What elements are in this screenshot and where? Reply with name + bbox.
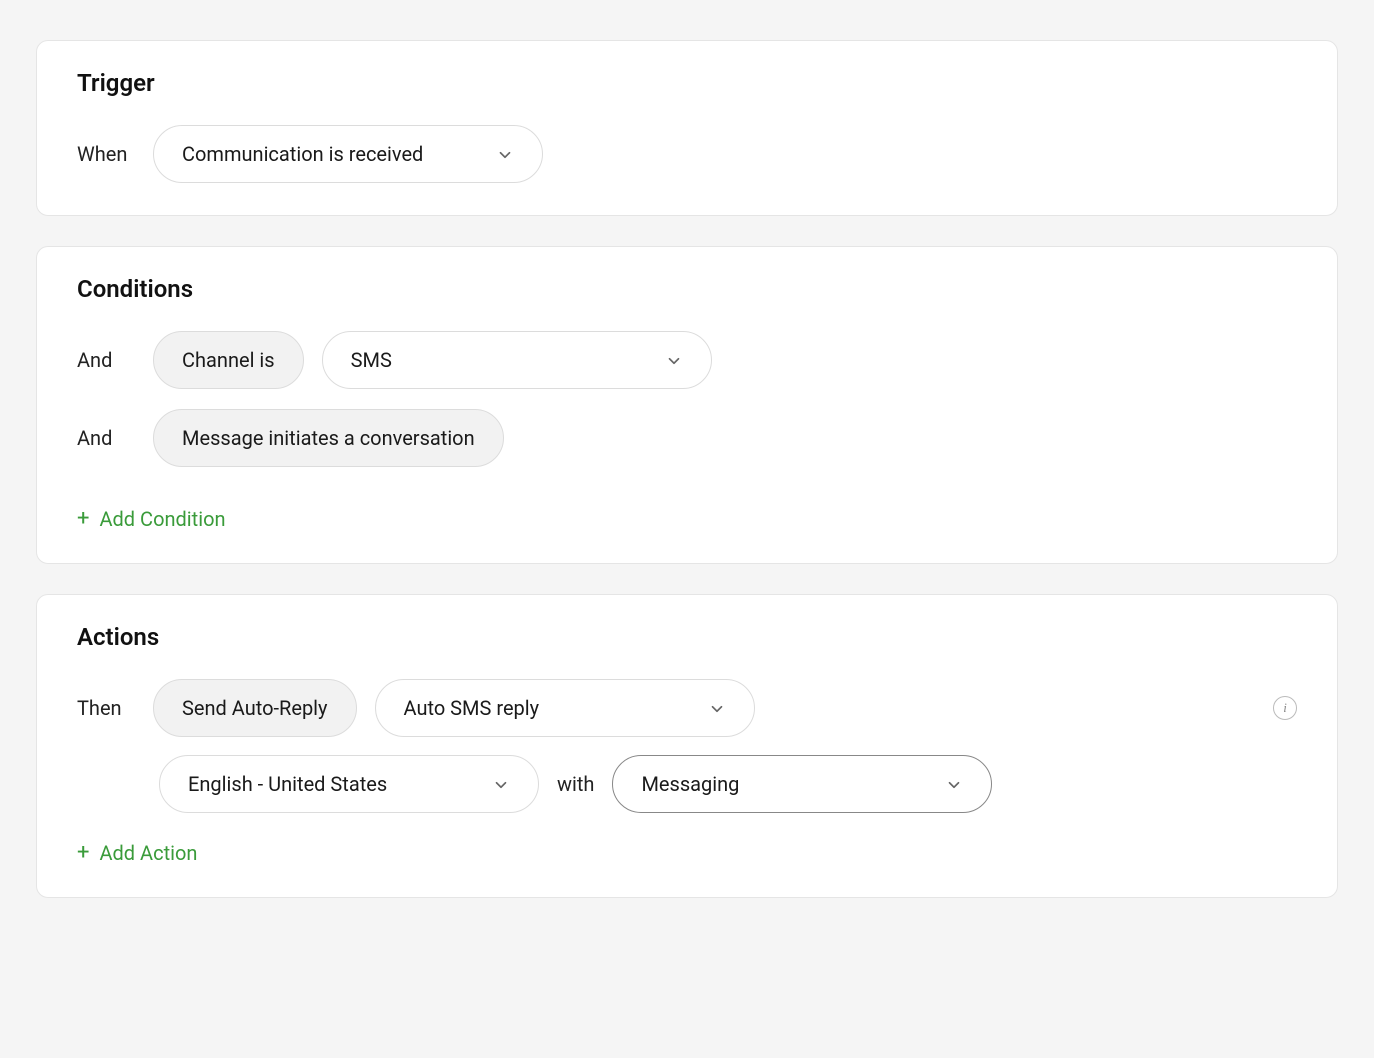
condition-row-0: And Channel is SMS xyxy=(77,331,1297,389)
chevron-down-icon xyxy=(492,775,510,793)
actions-title: Actions xyxy=(77,623,1297,651)
condition-value-0: SMS xyxy=(351,348,392,372)
condition-field-label-1: Message initiates a conversation xyxy=(182,426,475,450)
action-row: Then Send Auto-Reply Auto SMS reply i xyxy=(77,679,1297,737)
action-row-line2: English - United States with Messaging xyxy=(159,755,1297,813)
info-icon[interactable]: i xyxy=(1273,696,1297,720)
add-condition-label: Add Condition xyxy=(99,507,225,531)
plus-icon: + xyxy=(77,842,89,864)
action-template-select[interactable]: Auto SMS reply xyxy=(375,679,755,737)
trigger-title: Trigger xyxy=(77,69,1297,97)
chevron-down-icon xyxy=(496,145,514,163)
action-template-value: Auto SMS reply xyxy=(404,696,540,720)
action-channel-select[interactable]: Messaging xyxy=(612,755,992,813)
conditions-title: Conditions xyxy=(77,275,1297,303)
plus-icon: + xyxy=(77,508,89,530)
then-label: Then xyxy=(77,696,135,720)
trigger-card: Trigger When Communication is received xyxy=(36,40,1338,216)
actions-card: Actions Then Send Auto-Reply Auto SMS re… xyxy=(36,594,1338,898)
condition-operator-0: And xyxy=(77,348,135,372)
condition-field-label-0: Channel is xyxy=(182,348,275,372)
trigger-when-value: Communication is received xyxy=(182,142,423,166)
condition-field-pill-0[interactable]: Channel is xyxy=(153,331,304,389)
chevron-down-icon xyxy=(945,775,963,793)
chevron-down-icon xyxy=(708,699,726,717)
chevron-down-icon xyxy=(665,351,683,369)
action-channel-value: Messaging xyxy=(641,772,739,796)
condition-row-1: And Message initiates a conversation xyxy=(77,409,1297,467)
condition-operator-1: And xyxy=(77,426,135,450)
trigger-when-select[interactable]: Communication is received xyxy=(153,125,543,183)
condition-value-select-0[interactable]: SMS xyxy=(322,331,712,389)
action-language-select[interactable]: English - United States xyxy=(159,755,539,813)
add-condition-button[interactable]: + Add Condition xyxy=(77,507,226,531)
when-label: When xyxy=(77,142,135,166)
trigger-row: When Communication is received xyxy=(77,125,1297,183)
condition-field-pill-1[interactable]: Message initiates a conversation xyxy=(153,409,504,467)
action-type-label: Send Auto-Reply xyxy=(182,696,328,720)
action-language-value: English - United States xyxy=(188,772,387,796)
add-action-label: Add Action xyxy=(99,841,197,865)
action-type-pill[interactable]: Send Auto-Reply xyxy=(153,679,357,737)
add-action-button[interactable]: + Add Action xyxy=(77,841,197,865)
with-label: with xyxy=(557,772,594,796)
conditions-card: Conditions And Channel is SMS And Messag… xyxy=(36,246,1338,564)
